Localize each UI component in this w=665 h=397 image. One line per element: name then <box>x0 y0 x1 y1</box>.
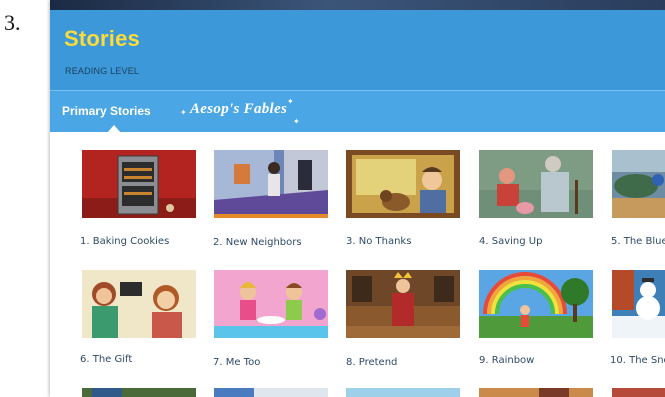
story-label-saving-up[interactable]: 4. Saving Up <box>479 236 542 247</box>
story-thumbnail-the-snowman[interactable] <box>612 270 665 338</box>
stories-app: Stories READING LEVEL Primary Stories ✦ … <box>50 0 665 397</box>
story-thumbnail-me-too[interactable] <box>214 270 328 338</box>
tab-primary-stories[interactable]: Primary Stories <box>62 104 151 118</box>
story-thumbnail-baking-cookies[interactable] <box>82 150 196 218</box>
story-thumbnail-no-thanks[interactable] <box>346 150 460 218</box>
story-thumbnail-row3[interactable] <box>214 388 328 397</box>
story-label-me-too[interactable]: 7. Me Too <box>213 357 260 368</box>
story-label-rainbow[interactable]: 9. Rainbow <box>479 355 534 366</box>
story-thumbnail-row3[interactable] <box>82 388 196 397</box>
reading-level-label: READING LEVEL <box>65 66 140 76</box>
story-label-the-blue-bird[interactable]: 5. The Blue B <box>611 236 665 247</box>
browser-top-strip <box>50 0 665 10</box>
tab-bar: Primary Stories ✦ Aesop's Fables ✦ ✦ <box>50 90 665 133</box>
story-thumbnail-pretend[interactable] <box>346 270 460 338</box>
page-header: Stories READING LEVEL <box>50 10 665 90</box>
story-thumbnail-saving-up[interactable] <box>479 150 593 218</box>
story-label-no-thanks[interactable]: 3. No Thanks <box>346 236 411 247</box>
story-thumbnail-new-neighbors[interactable] <box>214 150 328 218</box>
sparkle-icon: ✦ <box>180 108 187 117</box>
story-label-the-snowman[interactable]: 10. The Snow <box>610 355 665 366</box>
active-tab-caret-icon <box>107 125 121 133</box>
story-label-the-gift[interactable]: 6. The Gift <box>80 354 132 365</box>
story-thumbnail-the-blue-bird[interactable] <box>612 150 665 218</box>
story-thumbnail-row3[interactable] <box>612 388 665 397</box>
story-thumbnail-row3[interactable] <box>479 388 593 397</box>
story-thumbnail-rainbow[interactable] <box>479 270 593 338</box>
story-label-baking-cookies[interactable]: 1. Baking Cookies <box>80 236 169 247</box>
story-thumbnail-row3[interactable] <box>346 388 460 397</box>
sparkle-icon: ✦ <box>293 117 300 126</box>
tab-aesops-fables[interactable]: Aesop's Fables <box>190 101 287 118</box>
page-title: Stories <box>64 26 140 51</box>
list-number: 3. <box>4 10 21 35</box>
story-label-new-neighbors[interactable]: 2. New Neighbors <box>213 237 302 248</box>
sparkle-icon: ✦ <box>287 97 294 106</box>
story-label-pretend[interactable]: 8. Pretend <box>346 357 397 368</box>
story-thumbnail-the-gift[interactable] <box>82 270 196 338</box>
